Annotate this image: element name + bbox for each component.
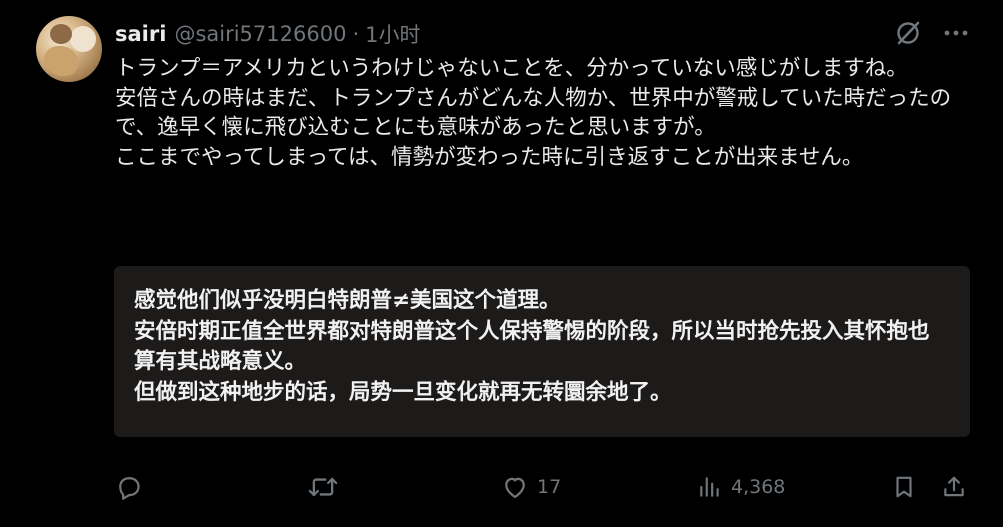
views-button[interactable]: 4,368: [697, 470, 785, 504]
translation-box: 感觉他们似乎没明白特朗普≠美国这个道理。 安倍时期正值全世界都对特朗普这个人保持…: [114, 266, 970, 437]
like-count: 17: [537, 476, 562, 498]
avatar-shape: [70, 26, 96, 52]
post-top-actions: [895, 20, 969, 46]
avatar-shape: [44, 46, 78, 76]
like-button[interactable]: 17: [501, 470, 561, 504]
bookmark-icon: [896, 476, 912, 498]
handle[interactable]: @sairi57126600: [174, 22, 346, 46]
translation-line: 感觉他们似乎没明白特朗普≠美国这个道理。: [134, 288, 561, 313]
reply-button[interactable]: [115, 470, 151, 504]
post[interactable]: sairi @sairi57126600 · 1小时 トランプ＝アメリカというわ…: [0, 0, 1003, 527]
more-icon[interactable]: [943, 29, 969, 37]
views-count: 4,368: [731, 476, 786, 498]
post-text-line: ここまでやってしまっては、情勢が変わった時に引き返すことが出来ません。: [115, 144, 864, 170]
post-header: sairi @sairi57126600 · 1小时: [115, 18, 421, 50]
post-text-line: トランプ＝アメリカというわけじゃないことを、分かっていない感じがしますね。: [115, 56, 908, 81]
translation-line: 但做到这种地步的话，局势一旦变化就再无转圜余地了。: [134, 379, 672, 405]
avatar[interactable]: [36, 16, 102, 82]
repost-button[interactable]: [307, 470, 347, 504]
post-text-line: 安倍さんの時はまだ、トランプさんがどんな人物か、世界中が警戒していた時だったので…: [115, 85, 952, 141]
bookmark-button[interactable]: [891, 470, 917, 504]
like-icon: [505, 477, 525, 499]
avatar-shape: [50, 24, 72, 44]
share-button[interactable]: [941, 470, 967, 504]
share-icon: [944, 476, 964, 497]
separator-dot: ·: [352, 22, 360, 46]
translation-line: 安倍时期正值全世界都对特朗普这个人保持警惕的阶段，所以当时抢先投入其怀抱也算有其…: [134, 318, 930, 375]
repost-icon: [308, 477, 338, 497]
display-name[interactable]: sairi: [115, 22, 166, 46]
action-bar: 17 4,368: [0, 470, 1003, 504]
reply-icon: [119, 477, 140, 500]
grok-icon[interactable]: [895, 20, 921, 46]
views-icon: [700, 477, 719, 497]
post-text: トランプ＝アメリカというわけじゃないことを、分かっていない感じがしますね。 安倍…: [115, 54, 965, 172]
timestamp[interactable]: 1小时: [365, 19, 420, 49]
